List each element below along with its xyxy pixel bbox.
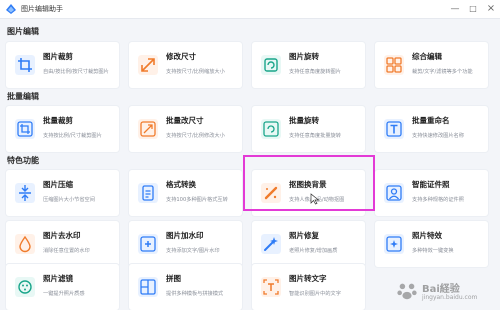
card-cutout[interactable]: 抠图换背景 支持人像/物品/动物抠图 bbox=[252, 170, 365, 216]
card-name: 智能证件照 bbox=[412, 180, 450, 189]
ocr-icon bbox=[261, 277, 281, 297]
card-add-watermark[interactable]: 图片加水印 支持添加文字/图片水印 bbox=[129, 221, 242, 267]
card-desc: 支持按尺寸/比例修改大小 bbox=[166, 133, 225, 139]
card-desc: 支持多种规格的证件照 bbox=[412, 197, 464, 203]
card-desc: 支持按比例/尺寸裁剪图片 bbox=[43, 133, 102, 139]
collage-icon bbox=[138, 277, 158, 297]
card-convert[interactable]: 格式转换 支持100多种图片格式互转 bbox=[129, 170, 242, 216]
card-remove-watermark[interactable]: 图片去水印 消除任意位置的水印 bbox=[6, 221, 119, 267]
card-desc: 支持任意角度旋转图片 bbox=[289, 69, 341, 75]
card-desc: 支持按尺寸/比例缩放大小 bbox=[166, 69, 225, 75]
watermark-text: Bai経验 bbox=[422, 284, 460, 295]
id-photo-icon bbox=[384, 183, 404, 203]
card-edit-all[interactable]: 综合编辑 裁剪/文字/滤镜等多个功能 bbox=[375, 42, 488, 88]
card-desc: 提供多种模板与拼接模式 bbox=[166, 291, 224, 297]
card-name: 图片转文字 bbox=[289, 274, 327, 283]
batch-crop-icon bbox=[15, 119, 35, 139]
cutout-icon bbox=[261, 183, 281, 203]
card-desc: 支持100多种图片格式互转 bbox=[166, 197, 228, 203]
card-name: 图片加水印 bbox=[166, 231, 204, 240]
watermark-url: jingyan.baidu.com bbox=[422, 294, 478, 301]
card-name: 批量旋转 bbox=[289, 116, 319, 125]
card-name: 批量裁剪 bbox=[43, 116, 73, 125]
filter-icon bbox=[15, 277, 35, 297]
add-watermark-icon bbox=[138, 234, 158, 254]
card-desc: 压缩图片大小节省空间 bbox=[43, 197, 95, 203]
card-name: 修改尺寸 bbox=[166, 52, 196, 61]
section-title-features: 特色功能 bbox=[7, 156, 39, 165]
card-name: 照片特效 bbox=[412, 231, 442, 240]
card-name: 格式转换 bbox=[166, 180, 196, 189]
card-name: 照片修复 bbox=[289, 231, 319, 240]
card-desc: 支持添加文字/图片水印 bbox=[166, 248, 220, 254]
card-collage[interactable]: 拼图 提供多种模板与拼接模式 bbox=[129, 264, 242, 310]
card-desc: 裁剪/文字/滤镜等多个功能 bbox=[412, 69, 473, 75]
batch-rotate-icon bbox=[261, 119, 281, 139]
batch-resize-icon bbox=[138, 119, 158, 139]
mouse-cursor-icon bbox=[310, 193, 320, 205]
card-desc: 智能识别图片中的文字 bbox=[289, 291, 341, 297]
card-rotate[interactable]: 图片旋转 支持任意角度旋转图片 bbox=[252, 42, 365, 88]
card-batch-resize[interactable]: 批量改尺寸 支持按尺寸/比例修改大小 bbox=[129, 106, 242, 152]
watermark: Bai経验 jingyan.baidu.com bbox=[392, 276, 498, 308]
card-image-crop[interactable]: 图片裁剪 自由/按比例/按尺寸裁剪图片 bbox=[6, 42, 119, 88]
card-repair[interactable]: 照片修复 老照片修复/增加画质 bbox=[252, 221, 365, 267]
watermark-logo-icon bbox=[397, 283, 417, 300]
card-name: 图片压缩 bbox=[43, 180, 73, 189]
card-desc: 自由/按比例/按尺寸裁剪图片 bbox=[43, 69, 109, 75]
card-id-photo[interactable]: 智能证件照 支持多种规格的证件照 bbox=[375, 170, 488, 216]
card-desc: 一键提升照片质感 bbox=[43, 291, 85, 297]
effects-icon bbox=[384, 234, 404, 254]
card-effects[interactable]: 照片特效 多种特效一键变换 bbox=[375, 221, 488, 267]
card-ocr[interactable]: 图片转文字 智能识别图片中的文字 bbox=[252, 264, 365, 310]
edit-all-icon bbox=[384, 55, 404, 75]
card-name: 图片旋转 bbox=[289, 52, 319, 61]
card-desc: 支持快速修改图片名称 bbox=[412, 133, 464, 139]
card-name: 图片去水印 bbox=[43, 231, 81, 240]
card-name: 批量改尺寸 bbox=[166, 116, 204, 125]
card-batch-crop[interactable]: 批量裁剪 支持按比例/尺寸裁剪图片 bbox=[6, 106, 119, 152]
card-name: 拼图 bbox=[166, 274, 181, 283]
crop-icon bbox=[15, 55, 35, 75]
card-name: 图片裁剪 bbox=[43, 52, 73, 61]
compress-icon bbox=[15, 183, 35, 203]
app-logo-icon bbox=[6, 4, 16, 14]
close-button[interactable]: × bbox=[484, 2, 498, 16]
section-title-image-edit: 图片编辑 bbox=[7, 27, 39, 36]
resize-icon bbox=[138, 55, 158, 75]
app-title: 图片编辑助手 bbox=[21, 5, 63, 13]
rename-icon bbox=[384, 119, 404, 139]
card-name: 综合编辑 bbox=[412, 52, 442, 61]
card-name: 批量重命名 bbox=[412, 116, 450, 125]
card-batch-rename[interactable]: 批量重命名 支持快速修改图片名称 bbox=[375, 106, 488, 152]
maximize-button[interactable]: □ bbox=[466, 2, 480, 16]
card-name: 抠图换背景 bbox=[289, 180, 327, 189]
card-desc: 支持任意角度批量旋转 bbox=[289, 133, 341, 139]
repair-icon bbox=[261, 234, 281, 254]
card-name: 照片滤镜 bbox=[43, 274, 73, 283]
minimize-button[interactable]: — bbox=[448, 2, 462, 16]
card-batch-rotate[interactable]: 批量旋转 支持任意角度批量旋转 bbox=[252, 106, 365, 152]
convert-icon bbox=[138, 183, 158, 203]
card-resize[interactable]: 修改尺寸 支持按尺寸/比例缩放大小 bbox=[129, 42, 242, 88]
title-bar: 图片编辑助手 — □ × bbox=[0, 0, 500, 19]
card-filter[interactable]: 照片滤镜 一键提升照片质感 bbox=[6, 264, 119, 310]
card-desc: 消除任意位置的水印 bbox=[43, 248, 90, 254]
card-desc: 老照片修复/增加画质 bbox=[289, 248, 338, 254]
card-compress[interactable]: 图片压缩 压缩图片大小节省空间 bbox=[6, 170, 119, 216]
remove-watermark-icon bbox=[15, 234, 35, 254]
section-title-batch-edit: 批量编辑 bbox=[7, 92, 39, 101]
rotate-icon bbox=[261, 55, 281, 75]
card-desc: 多种特效一键变换 bbox=[412, 248, 454, 254]
